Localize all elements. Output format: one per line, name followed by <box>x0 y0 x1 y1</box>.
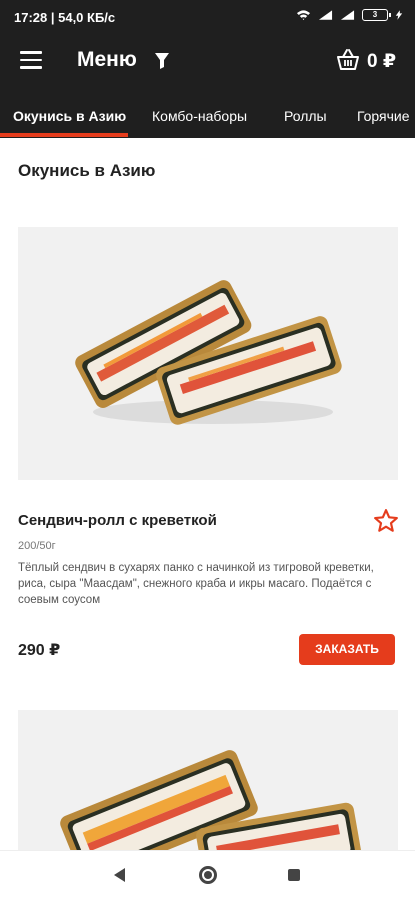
basket-icon[interactable] <box>336 48 360 72</box>
product-description: Тёплый сендвич в сухарях панко с начинко… <box>18 562 374 606</box>
status-time: 17:28 | 54,0 КБ/с <box>14 10 116 25</box>
signal-icon-2 <box>340 10 355 20</box>
product-weight: 200/50г <box>18 540 56 552</box>
signal-icon <box>318 10 333 20</box>
product-photo-2[interactable] <box>18 710 398 850</box>
tab-okunis-v-aziyu[interactable]: Окунись в Азию <box>13 108 126 124</box>
status-bar: 17:28 | 54,0 КБ/с 3 <box>0 0 415 34</box>
section-title: Окунись в Азию <box>18 161 156 180</box>
product-price: 290 ₽ <box>18 642 61 659</box>
back-icon[interactable] <box>114 868 126 882</box>
menu-icon[interactable] <box>20 51 42 69</box>
favorite-star-icon[interactable] <box>373 508 399 534</box>
cart-total[interactable]: 0 ₽ <box>367 50 396 73</box>
recent-apps-icon[interactable] <box>288 869 300 881</box>
tab-goryachie[interactable]: Горячие <box>357 108 410 124</box>
active-tab-indicator <box>0 133 128 137</box>
product-photo[interactable] <box>18 227 398 480</box>
filter-icon[interactable] <box>155 52 169 70</box>
category-tabs: Окунись в Азию Комбо-наборы Роллы Горячи… <box>0 90 415 138</box>
app-bar: Меню 0 ₽ <box>0 34 415 90</box>
battery-icon: 3 <box>362 9 391 21</box>
tab-kombo-nabory[interactable]: Комбо-наборы <box>152 108 247 124</box>
page-title: Меню <box>77 48 137 71</box>
order-button[interactable]: ЗАКАЗАТЬ <box>299 634 395 665</box>
product-name[interactable]: Сендвич-ролл с креветкой <box>18 512 217 529</box>
charging-icon <box>395 10 403 20</box>
system-nav-bar <box>0 850 415 900</box>
home-icon[interactable] <box>199 866 217 884</box>
status-icons: 3 <box>296 9 403 21</box>
wifi-icon <box>296 10 311 21</box>
tab-rolly[interactable]: Роллы <box>284 108 327 124</box>
